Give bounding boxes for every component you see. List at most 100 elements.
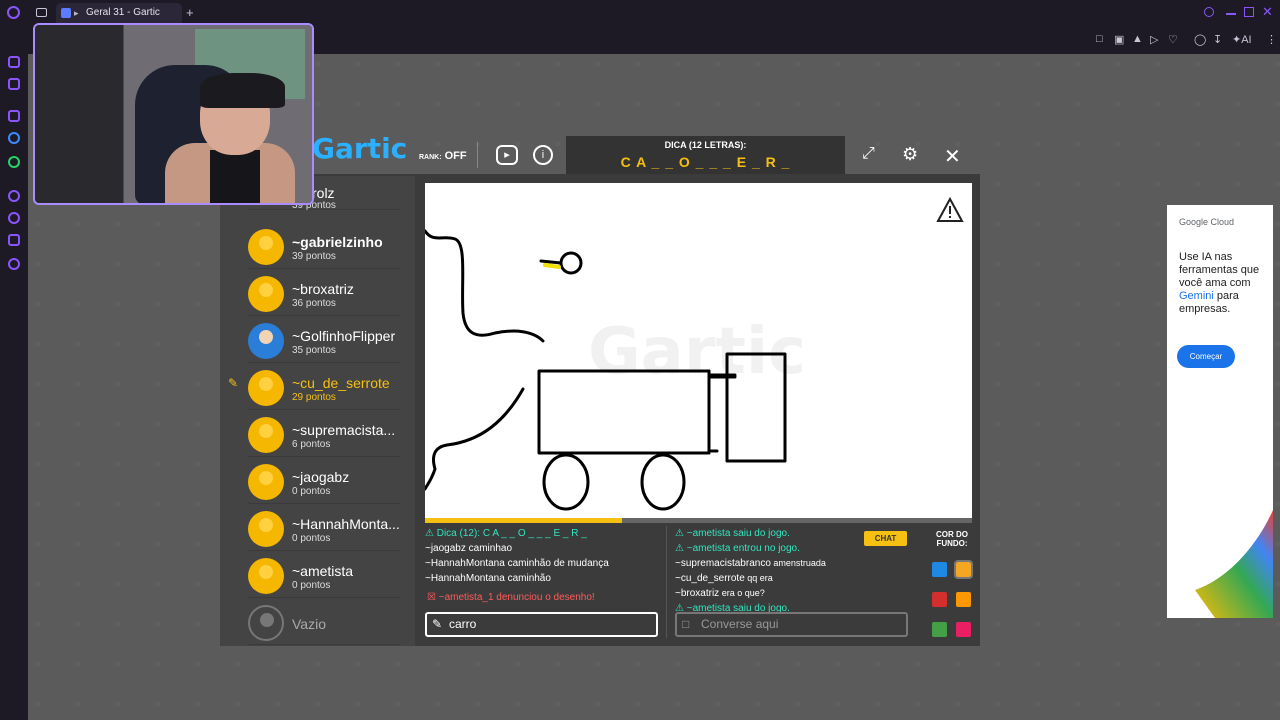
player-avatar [248, 464, 284, 500]
player-name: ~cu_de_serrote [292, 375, 390, 391]
extensions-icon[interactable] [8, 234, 20, 246]
player-avatar [248, 276, 284, 312]
search-icon[interactable] [1204, 7, 1214, 17]
player-avatar [248, 511, 284, 547]
close-window-icon[interactable]: ✕ [1262, 4, 1273, 20]
player-icon[interactable] [8, 190, 20, 202]
twitch-icon[interactable] [8, 110, 20, 122]
play-icon[interactable]: ▷ [1150, 33, 1158, 46]
webcam-overlay [33, 23, 314, 205]
player-avatar [248, 417, 284, 453]
camera-icon[interactable]: ▣ [1114, 33, 1124, 46]
background-color-label: COR DO FUNDO: [936, 530, 968, 548]
answer-line: ~HannahMontana caminhão de mudança [425, 556, 660, 571]
chat-user: ~broxatriz [675, 588, 720, 599]
chat-text: era o que? [719, 588, 765, 598]
gartic-favicon-icon [61, 8, 71, 18]
player-avatar [248, 229, 284, 265]
opera-logo-icon[interactable] [7, 6, 20, 19]
heart-icon[interactable]: ♡ [1168, 33, 1178, 46]
answer-line: ~jaogabz caminhao [425, 541, 660, 556]
player-name: ~supremacista... [292, 422, 396, 438]
maximize-icon[interactable] [1244, 7, 1254, 17]
player-item[interactable]: ~broxatriz 36 pontos [248, 270, 400, 316]
player-points: 0 pontos [292, 580, 331, 591]
player-item[interactable]: ~jaogabz 0 pontos [248, 458, 400, 504]
hint-label: DICA (12 LETRAS): [664, 140, 747, 150]
ad-artwork [1195, 510, 1273, 618]
whatsapp-icon[interactable] [8, 156, 20, 168]
shield-icon[interactable]: ▲ [1132, 33, 1143, 45]
chat-line: ~supremacistabranco amenstruada [675, 556, 855, 571]
answer-user: ~HannahMontana [425, 558, 505, 569]
tab-title: Geral 31 - Gartic [86, 7, 160, 18]
player-name: Vazio [292, 616, 326, 632]
close-icon[interactable]: ✕ [944, 144, 961, 169]
new-tab-button[interactable]: + [186, 5, 194, 20]
chat-input[interactable]: □ Converse aqui [675, 612, 908, 637]
panel-divider [666, 526, 667, 638]
drawing-canvas[interactable]: Gartic [425, 183, 972, 518]
player-item[interactable]: Vazio [248, 599, 400, 645]
report-warning-icon[interactable] [936, 196, 964, 224]
player-item[interactable]: ~ametista 0 pontos [248, 552, 400, 598]
tab-overview-icon[interactable] [36, 8, 47, 17]
answer-line: ⚠ Dica (12): C A _ _ O _ _ _ E _ R _ [425, 526, 660, 541]
player-item[interactable]: ~GolfinhoFlipper 35 pontos [248, 317, 400, 363]
info-icon[interactable]: i [533, 145, 553, 165]
chat-line: ⚠ ~ametista saiu do jogo. [675, 601, 855, 612]
gear-icon[interactable]: ⚙ [902, 144, 918, 165]
answer-user: ~HannahMontana [425, 573, 505, 584]
rank-value: OFF [444, 150, 467, 162]
messenger-icon[interactable] [8, 132, 20, 144]
browser-tab[interactable]: ▸ Geral 31 - Gartic [56, 3, 182, 23]
player-item[interactable]: ~gabrielzinho 39 pontos [248, 223, 400, 269]
chat-text: ⚠ ~ametista entrou no jogo. [675, 543, 800, 554]
bookmark-icon[interactable]: □ [1096, 33, 1103, 45]
speaker-icon[interactable]: ▸ [74, 8, 82, 18]
hint-word: C A _ _ O _ _ _ E _ R _ [620, 154, 791, 170]
drawing-strokes: Gartic [425, 229, 806, 511]
round-timer-fill [425, 518, 622, 523]
empty-slot-icon [248, 605, 284, 641]
player-name: ~ametista [292, 563, 354, 579]
ad-banner[interactable]: Google Cloud Use IA nas ferramentas que … [1167, 205, 1273, 618]
expand-icon[interactable]: ⤢ [862, 145, 875, 163]
profile-icon[interactable]: ◯ [1194, 33, 1206, 46]
drawing-pencil-icon: ✎ [228, 376, 239, 390]
color-swatch[interactable] [932, 562, 947, 577]
ai-button[interactable]: ✦AI [1232, 33, 1252, 46]
ad-gemini: Gemini [1179, 290, 1214, 302]
player-avatar [248, 323, 284, 359]
answer-input[interactable]: ✎ carro [425, 612, 658, 637]
video-icon[interactable]: ▸ [496, 145, 518, 165]
color-swatch[interactable] [956, 592, 971, 607]
color-swatch[interactable] [954, 560, 973, 579]
player-name: ~broxatriz [292, 281, 354, 297]
ad-cta-button[interactable]: Começar [1177, 345, 1235, 368]
rank-status[interactable]: RANK: OFF [419, 150, 467, 162]
ad-brand: Google Cloud [1179, 217, 1235, 227]
player-item[interactable]: ~cu_de_serrote 29 pontos [248, 364, 400, 410]
chat-text: ⚠ ~ametista saiu do jogo. [675, 528, 790, 539]
chat-bubble-icon: □ [682, 617, 690, 631]
aria-icon[interactable] [8, 56, 20, 68]
player-item[interactable]: ~HannahMonta... 0 pontos [248, 505, 400, 551]
player-points: 36 pontos [292, 298, 336, 309]
ai-label: AI [1241, 34, 1252, 46]
history-icon[interactable] [8, 212, 20, 224]
chat-line: ~broxatriz era o que? [675, 586, 855, 601]
menu-icon[interactable]: ⋮ [1266, 33, 1277, 46]
minimize-icon[interactable] [1226, 13, 1236, 15]
color-swatch[interactable] [932, 622, 947, 637]
player-item[interactable]: ~supremacista... 6 pontos [248, 411, 400, 457]
chat-tab[interactable]: CHAT [864, 531, 907, 546]
chat-text: ⚠ ~ametista saiu do jogo. [675, 603, 790, 612]
color-swatch[interactable] [956, 622, 971, 637]
chat-line: ⚠ ~ametista saiu do jogo. [675, 526, 855, 541]
color-swatch[interactable] [932, 592, 947, 607]
messenger-m-icon[interactable] [8, 78, 20, 90]
ad-text: Use IA nas ferramentas que você ama com … [1179, 251, 1267, 316]
download-icon[interactable]: ↧ [1213, 33, 1222, 46]
settings-icon[interactable] [8, 258, 20, 270]
